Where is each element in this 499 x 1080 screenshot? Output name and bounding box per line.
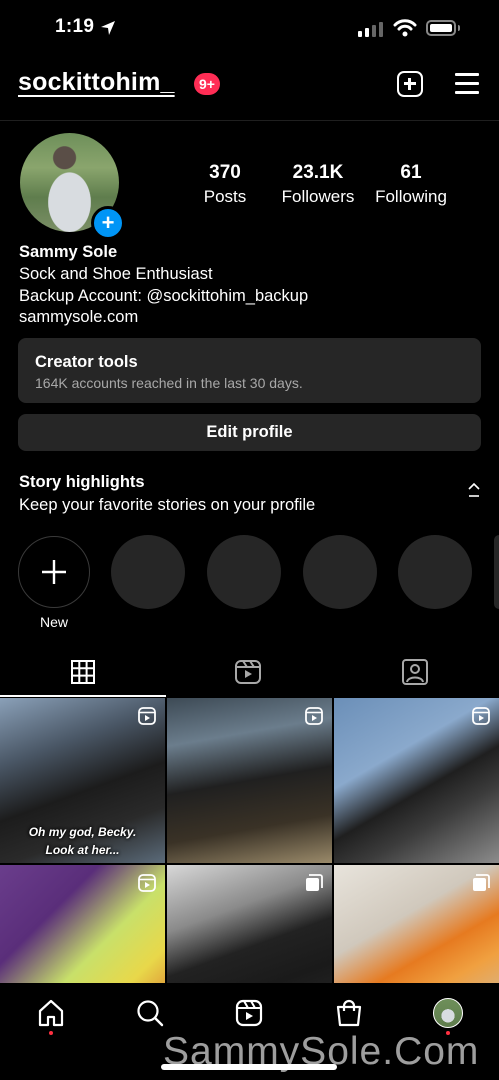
reel-icon	[472, 707, 490, 725]
grid-icon[interactable]	[68, 657, 98, 687]
bio-backup-account[interactable]: Backup Account: @sockittohim_backup	[19, 287, 308, 306]
highlight-placeholder	[398, 535, 472, 609]
reel-icon	[305, 707, 323, 725]
highlight-placeholder	[207, 535, 281, 609]
battery-icon	[426, 20, 456, 36]
profile-website-link[interactable]: sammysole.com	[19, 308, 138, 327]
new-highlight-label: New	[39, 614, 68, 630]
cellular-signal-icon	[358, 22, 383, 37]
new-highlight-button[interactable]	[18, 536, 90, 608]
profile-tab-avatar[interactable]	[433, 998, 463, 1028]
battery-tip	[458, 25, 460, 31]
carousel-icon	[473, 874, 490, 891]
home-indicator[interactable]	[161, 1064, 337, 1070]
following-label: Following	[375, 187, 447, 206]
new-post-button[interactable]	[397, 71, 423, 97]
reels-icon[interactable]	[234, 998, 264, 1028]
home-notification-dot	[49, 1031, 53, 1035]
creator-tools-subtitle: 164K accounts reached in the last 30 day…	[35, 375, 303, 391]
creator-tools-card[interactable]: Creator tools 164K accounts reached in t…	[18, 338, 481, 403]
chevron-up-icon[interactable]	[467, 481, 481, 499]
add-story-button[interactable]: +	[91, 206, 125, 240]
highlight-placeholder	[303, 535, 377, 609]
bio-line: Sock and Shoe Enthusiast	[19, 265, 213, 283]
profile-name: Sammy Sole	[19, 243, 118, 261]
carousel-icon	[306, 874, 323, 891]
plus-icon	[42, 560, 66, 584]
active-tab-indicator	[0, 695, 166, 697]
reel-icon	[138, 874, 156, 892]
notification-badge[interactable]: 9+	[194, 73, 220, 95]
username-switcher[interactable]: sockittohim_	[18, 68, 175, 97]
post-caption: Oh my god, Becky. Look at her...	[0, 823, 165, 859]
search-icon[interactable]	[135, 998, 165, 1028]
highlight-placeholder	[494, 535, 499, 609]
hamburger-menu-icon[interactable]	[455, 73, 479, 94]
story-highlights-subtitle: Keep your favorite stories on your profi…	[19, 496, 316, 514]
edit-profile-button[interactable]: Edit profile	[18, 414, 481, 451]
post-caption-line1: Oh my god, Becky.	[28, 825, 137, 839]
grid-post[interactable]	[334, 698, 499, 863]
stat-following[interactable]: 61 Following	[356, 162, 466, 207]
following-count: 61	[400, 162, 422, 183]
wifi-icon	[393, 19, 417, 37]
shop-icon[interactable]	[334, 998, 364, 1028]
reels-icon[interactable]	[233, 657, 263, 687]
grid-post[interactable]	[167, 698, 332, 863]
grid-post[interactable]: Oh my god, Becky. Look at her...	[0, 698, 165, 863]
location-arrow-icon	[101, 21, 115, 35]
header-divider	[0, 120, 499, 121]
story-highlights-title: Story highlights	[19, 473, 145, 491]
post-caption-line2: Look at her...	[45, 843, 120, 857]
creator-tools-title: Creator tools	[35, 353, 138, 371]
home-icon[interactable]	[36, 998, 66, 1028]
status-time: 1:19	[55, 16, 95, 37]
reel-icon	[138, 707, 156, 725]
highlight-placeholder	[111, 535, 185, 609]
tagged-icon[interactable]	[400, 657, 430, 687]
